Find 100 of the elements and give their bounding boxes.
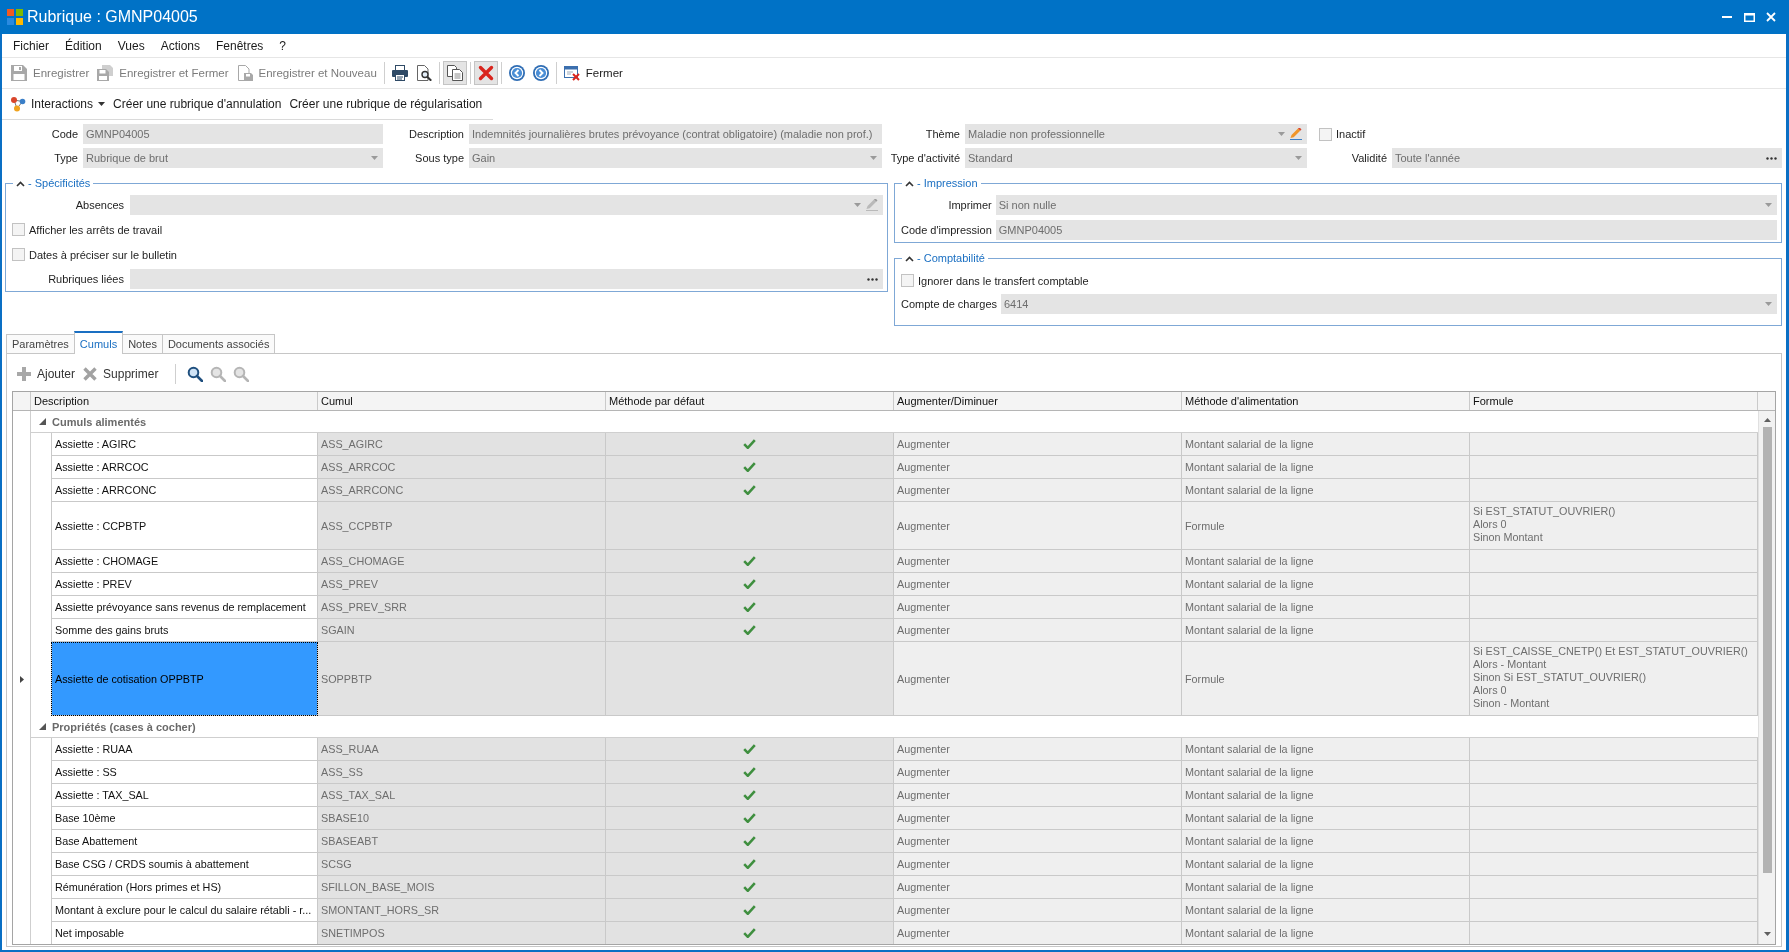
table-cell: ASS_CCPBTP <box>318 502 606 550</box>
table-cell: SCSG <box>318 853 606 876</box>
chevron-up-icon[interactable] <box>905 255 914 262</box>
remove-button[interactable]: Supprimer <box>80 363 162 385</box>
network-icon <box>10 96 26 112</box>
scrollbar[interactable] <box>1758 411 1775 944</box>
dropdown-field[interactable]: Standard <box>965 148 1307 168</box>
group-title: - Comptabilité <box>917 251 985 266</box>
dropdown-field[interactable]: Si non nulle <box>995 195 1777 215</box>
text-field[interactable]: GMNP04005 <box>995 220 1777 240</box>
down-arrow-icon[interactable] <box>1763 932 1771 936</box>
table-cell: ASS_TAX_SAL <box>318 784 606 807</box>
tab[interactable]: Cumuls <box>73 331 124 354</box>
action-button[interactable]: Créer une rubrique d'annulation <box>110 92 285 116</box>
column-header[interactable]: Méthode par défaut <box>606 392 894 410</box>
printer-icon <box>391 65 408 81</box>
group-label: Propriétés (cases à cocher) <box>52 720 196 733</box>
triangle-down-icon[interactable] <box>39 418 46 425</box>
lookup-field[interactable]: Toute l'année <box>1392 148 1782 168</box>
checkbox-label[interactable]: Afficher les arrêts de travail <box>29 223 163 236</box>
field-label: Rubriques liées <box>47 272 124 287</box>
menu-item[interactable]: Fenêtres <box>208 38 272 53</box>
table-cell: Montant salarial de la ligne <box>1182 784 1470 807</box>
table-cell: Assiette : PREV <box>51 573 318 596</box>
column-header[interactable]: Augmenter/Diminuer <box>894 392 1182 410</box>
plus-icon <box>17 367 31 381</box>
table-cell: SFILLON_BASE_MOIS <box>318 876 606 899</box>
menu-item[interactable]: Fichier <box>5 38 57 53</box>
tab[interactable]: Notes <box>122 334 163 353</box>
column-header[interactable]: Méthode d'alimentation <box>1182 392 1470 410</box>
menu-item[interactable]: Édition <box>57 38 110 53</box>
dropdown-field[interactable]: Rubrique de brut <box>83 148 383 168</box>
chevron-up-icon[interactable] <box>905 180 914 187</box>
copy-button[interactable] <box>442 61 467 85</box>
column-header[interactable]: Description <box>31 392 318 410</box>
add-button[interactable]: Ajouter <box>14 363 79 385</box>
table-cell: Assiette de cotisation OPPBTP <box>51 642 318 716</box>
ellipsis-icon[interactable] <box>1766 156 1777 160</box>
table-cell: Augmenter <box>894 807 1182 830</box>
table-cell: Rémunération (Hors primes et HS) <box>51 876 318 899</box>
table-cell: Formule <box>1182 642 1470 716</box>
menu-item[interactable]: ? <box>271 38 295 53</box>
interactions-menu-button[interactable]: Interactions <box>7 92 109 116</box>
tab[interactable]: Documents associés <box>161 334 276 353</box>
table-cell: Montant salarial de la ligne <box>1182 807 1470 830</box>
table-cell: Augmenter <box>894 596 1182 619</box>
dropdown-field[interactable]: 6414 <box>1001 294 1777 314</box>
table-cell: Montant salarial de la ligne <box>1182 853 1470 876</box>
triangle-down-icon[interactable] <box>39 723 46 730</box>
field-label: Compte de charges <box>901 297 997 312</box>
up-arrow-icon[interactable] <box>1763 418 1771 422</box>
lookup-field[interactable] <box>130 269 883 289</box>
ellipsis-icon[interactable] <box>867 277 878 281</box>
scrollbar-thumb[interactable] <box>1762 427 1772 873</box>
table-cell: Montant salarial de la ligne <box>1182 456 1470 479</box>
column-header[interactable]: Formule <box>1470 392 1758 410</box>
table-cell: Montant salarial de la ligne <box>1182 830 1470 853</box>
checkbox[interactable] <box>901 274 914 287</box>
text-field[interactable]: Indemnités journalières brutes prévoyance (contrat obligatoire) (maladie non prof.) <box>469 124 882 144</box>
table-cell: Assiette : SS <box>51 761 318 784</box>
left-arrow-circle-icon <box>508 65 525 81</box>
table-cell: ASS_RUAA <box>318 738 606 761</box>
table-cell: Si EST_CAISSE_CNETP() Et EST_STATUT_OUVRIER() Alors - Montant Sinon Si EST_STATUT_OUVRIER() Alors 0 Sinon - Montant <box>1470 642 1758 716</box>
tab[interactable]: Paramètres <box>6 334 75 353</box>
menu-item[interactable]: Actions <box>152 38 208 53</box>
table-cell: Augmenter <box>894 550 1182 573</box>
field-label: Absences <box>74 198 124 213</box>
table-cell: ASS_PREV <box>318 573 606 596</box>
checkbox[interactable] <box>12 223 25 236</box>
field-label: Type d'activité <box>889 151 960 166</box>
table-cell: Formule <box>1182 502 1470 550</box>
pencil-icon[interactable] <box>1290 128 1302 140</box>
checkbox-label[interactable]: Dates à préciser sur le bulletin <box>29 248 177 261</box>
checkbox[interactable] <box>1319 127 1332 141</box>
table-cell: Montant à exclure pour le calcul du salaire rétabli - r... <box>51 899 318 922</box>
field-label: Type <box>53 151 78 166</box>
checkbox-label[interactable]: Ignorer dans le transfert comptable <box>918 274 1089 287</box>
table-cell: SOPPBTP <box>318 642 606 716</box>
table-cell: Assiette : RUAA <box>51 738 318 761</box>
table-cell: Augmenter <box>894 502 1182 550</box>
table-cell: Augmenter <box>894 433 1182 456</box>
menu-item[interactable]: Vues <box>109 38 153 53</box>
checkbox-label[interactable]: Inactif <box>1336 128 1366 140</box>
table-cell: Base Abattement <box>51 830 318 853</box>
window-x-icon <box>563 65 580 81</box>
action-button[interactable]: Créer une rubrique de régularisation <box>286 92 486 116</box>
text-field[interactable]: GMNP04005 <box>83 124 383 144</box>
table-cell: Si EST_STATUT_OUVRIER() Alors 0 Sinon Montant <box>1470 502 1758 550</box>
dropdown-field[interactable]: Gain <box>469 148 882 168</box>
close-button[interactable]: Fermer <box>559 61 627 85</box>
chevron-up-icon[interactable] <box>16 180 25 187</box>
window-title: Rubrique : GMNP04005 <box>27 8 198 26</box>
column-header[interactable]: Cumul <box>318 392 606 410</box>
delete-button[interactable] <box>473 61 498 85</box>
document-floppy-icon <box>236 65 253 81</box>
checkbox[interactable] <box>12 248 25 261</box>
table-cell: Montant salarial de la ligne <box>1182 573 1470 596</box>
group-label: Cumuls alimentés <box>52 415 147 428</box>
dropdown-field[interactable]: Maladie non professionnelle <box>965 124 1307 144</box>
maximize-icon <box>1743 12 1755 22</box>
